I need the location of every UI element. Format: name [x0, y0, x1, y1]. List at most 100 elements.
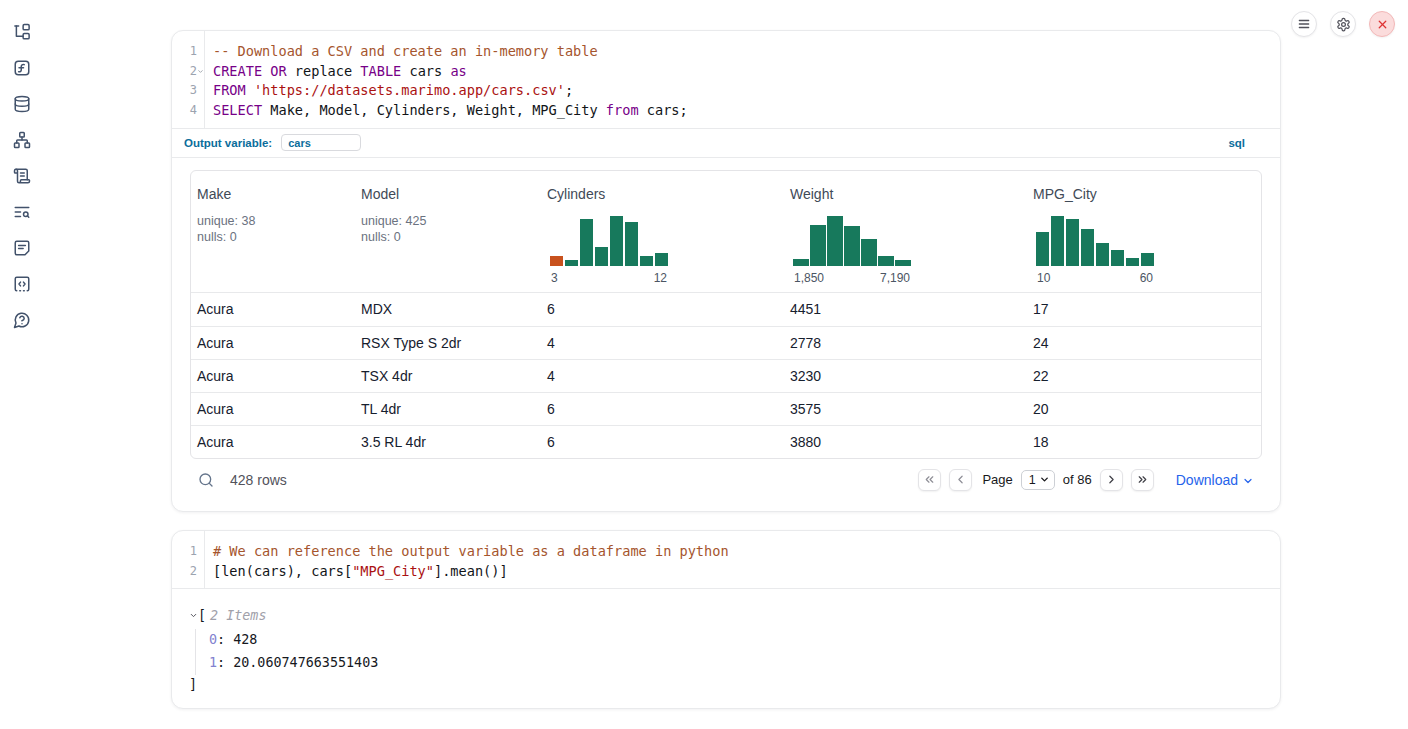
table-cell: 3.5 RL 4dr: [355, 434, 541, 450]
histogram-bar: [580, 219, 593, 266]
first-page-button[interactable]: [918, 469, 941, 491]
line-number: 1: [172, 42, 197, 62]
histogram-bar: [861, 239, 877, 266]
prev-page-button[interactable]: [949, 469, 972, 491]
tree-entry-key: 0: [209, 632, 217, 647]
line-number: 1: [172, 542, 197, 562]
table-cell: 3880: [784, 434, 1027, 450]
histogram-bar: [895, 260, 911, 266]
column-name: Model: [361, 171, 541, 202]
table-row: Acura3.5 RL 4dr6388018: [191, 425, 1261, 458]
network-icon: [13, 131, 31, 149]
table-cell: 4: [541, 335, 784, 351]
tree-entry: 1: 20.060747663551403: [209, 652, 1280, 675]
code-text: SELECT Make, Model, Cylinders, Weight, M…: [204, 101, 688, 121]
sidebar-item-logs[interactable]: [13, 167, 31, 185]
column-name: Cylinders: [547, 171, 784, 202]
code-line: 1 -- Download a CSV and create an in-memo…: [172, 42, 1280, 62]
column-name: Make: [197, 171, 355, 202]
fold-gutter: [197, 542, 204, 562]
scroll-text-icon: [13, 167, 31, 185]
sidebar-item-datasources[interactable]: [13, 95, 31, 113]
last-page-button[interactable]: [1131, 469, 1154, 491]
histogram-bar: [595, 247, 608, 266]
fold-gutter: [197, 562, 204, 582]
sql-editor[interactable]: 1 -- Download a CSV and create an in-memo…: [172, 31, 1280, 128]
next-page-button[interactable]: [1100, 469, 1123, 491]
sidebar-item-snippets[interactable]: [13, 275, 31, 293]
table-row: AcuraMDX6445117: [191, 293, 1261, 326]
sidebar-item-dependency-graph[interactable]: [13, 131, 31, 149]
column-header-mpg_city[interactable]: MPG_City1060: [1027, 171, 1261, 292]
sidebar-item-functions[interactable]: [13, 59, 31, 77]
settings-button[interactable]: [1330, 11, 1356, 37]
fold-gutter: [197, 42, 204, 62]
sidebar-item-file-tree[interactable]: [13, 23, 31, 41]
page-select[interactable]: 1: [1021, 470, 1055, 490]
table-row: AcuraTSX 4dr4323022: [191, 359, 1261, 392]
collapse-chevron-icon[interactable]: [189, 611, 198, 620]
code-text: FROM 'https://datasets.marimo.app/cars.c…: [204, 81, 573, 101]
table-cell: RSX Type S 2dr: [355, 335, 541, 351]
output-variable-input[interactable]: [281, 134, 361, 151]
code-text: -- Download a CSV and create an in-memor…: [204, 42, 598, 62]
line-number: 2: [172, 62, 197, 82]
histogram-bar: [1111, 250, 1124, 266]
total-pages-label: of 86: [1063, 472, 1092, 487]
column-stats: unique: 425nulls: 0: [361, 213, 541, 246]
page-label: Page: [982, 472, 1012, 487]
close-button[interactable]: [1369, 11, 1395, 37]
menu-button[interactable]: [1291, 11, 1317, 37]
fold-chevron-icon[interactable]: [197, 62, 204, 82]
table-cell: 4: [541, 368, 784, 384]
python-editor[interactable]: 1 # We can reference the output variable …: [172, 531, 1280, 588]
open-bracket: [: [198, 608, 206, 623]
fold-gutter: [197, 81, 204, 101]
table-cell: TSX 4dr: [355, 368, 541, 384]
histogram-bar: [827, 216, 843, 266]
data-table: Make unique: 38nulls: 0Model unique: 425nu…: [190, 170, 1262, 459]
histogram-bar: [1081, 229, 1094, 266]
column-header-model[interactable]: Model unique: 425nulls: 0: [355, 171, 541, 292]
code-text: [len(cars), cars["MPG_City"].mean()]: [204, 562, 508, 582]
sidebar-item-documentation[interactable]: [13, 239, 31, 257]
table-body: AcuraMDX6445117AcuraRSX Type S 2dr427782…: [191, 293, 1261, 458]
close-bracket: ]: [189, 675, 1280, 695]
column-histogram: [550, 216, 668, 266]
histogram-bar: [550, 256, 563, 266]
table-cell: 17: [1027, 301, 1261, 317]
table-cell: Acura: [191, 335, 355, 351]
gutter-divider: [204, 31, 205, 128]
output-variable-label: Output variable:: [184, 137, 272, 149]
histogram-bar: [1141, 253, 1154, 266]
list-output-tree: [ 2 Items 0: 4281: 20.060747663551403 ]: [189, 606, 1280, 694]
axis-max-label: 7,190: [880, 271, 910, 285]
column-header-make[interactable]: Make unique: 38nulls: 0: [191, 171, 355, 292]
table-cell: 20: [1027, 401, 1261, 417]
language-badge: sql: [1228, 137, 1245, 149]
sidebar-item-help[interactable]: [13, 311, 31, 329]
chevron-left-icon: [954, 473, 967, 486]
python-cell-output: [ 2 Items 0: 4281: 20.060747663551403 ]: [172, 588, 1280, 707]
column-header-weight[interactable]: Weight1,8507,190: [784, 171, 1027, 292]
sidebar-item-search-logs[interactable]: [13, 203, 31, 221]
table-cell: MDX: [355, 301, 541, 317]
chevrons-right-icon: [1136, 473, 1149, 486]
histogram-bar: [625, 222, 638, 266]
download-button[interactable]: Download: [1176, 472, 1254, 488]
sql-cell-output: Make unique: 38nulls: 0Model unique: 425nu…: [172, 157, 1280, 511]
code-line: 2CREATE OR replace TABLE cars as: [172, 62, 1280, 82]
code-text: # We can reference the output variable a…: [204, 542, 729, 562]
sql-cell: 1 -- Download a CSV and create an in-memo…: [171, 30, 1281, 512]
table-cell: 24: [1027, 335, 1261, 351]
text-search-icon: [13, 203, 31, 221]
axis-min-label: 3: [551, 271, 558, 285]
tree-entry-key: 1: [209, 655, 217, 670]
table-cell: Acura: [191, 368, 355, 384]
chevron-down-icon: [1242, 475, 1254, 487]
fold-gutter: [197, 101, 204, 121]
table-footer: 428 rows Page 1 of 86: [190, 464, 1262, 496]
column-stats: unique: 38nulls: 0: [197, 213, 355, 246]
column-header-cylinders[interactable]: Cylinders312: [541, 171, 784, 292]
search-icon[interactable]: [198, 472, 214, 488]
